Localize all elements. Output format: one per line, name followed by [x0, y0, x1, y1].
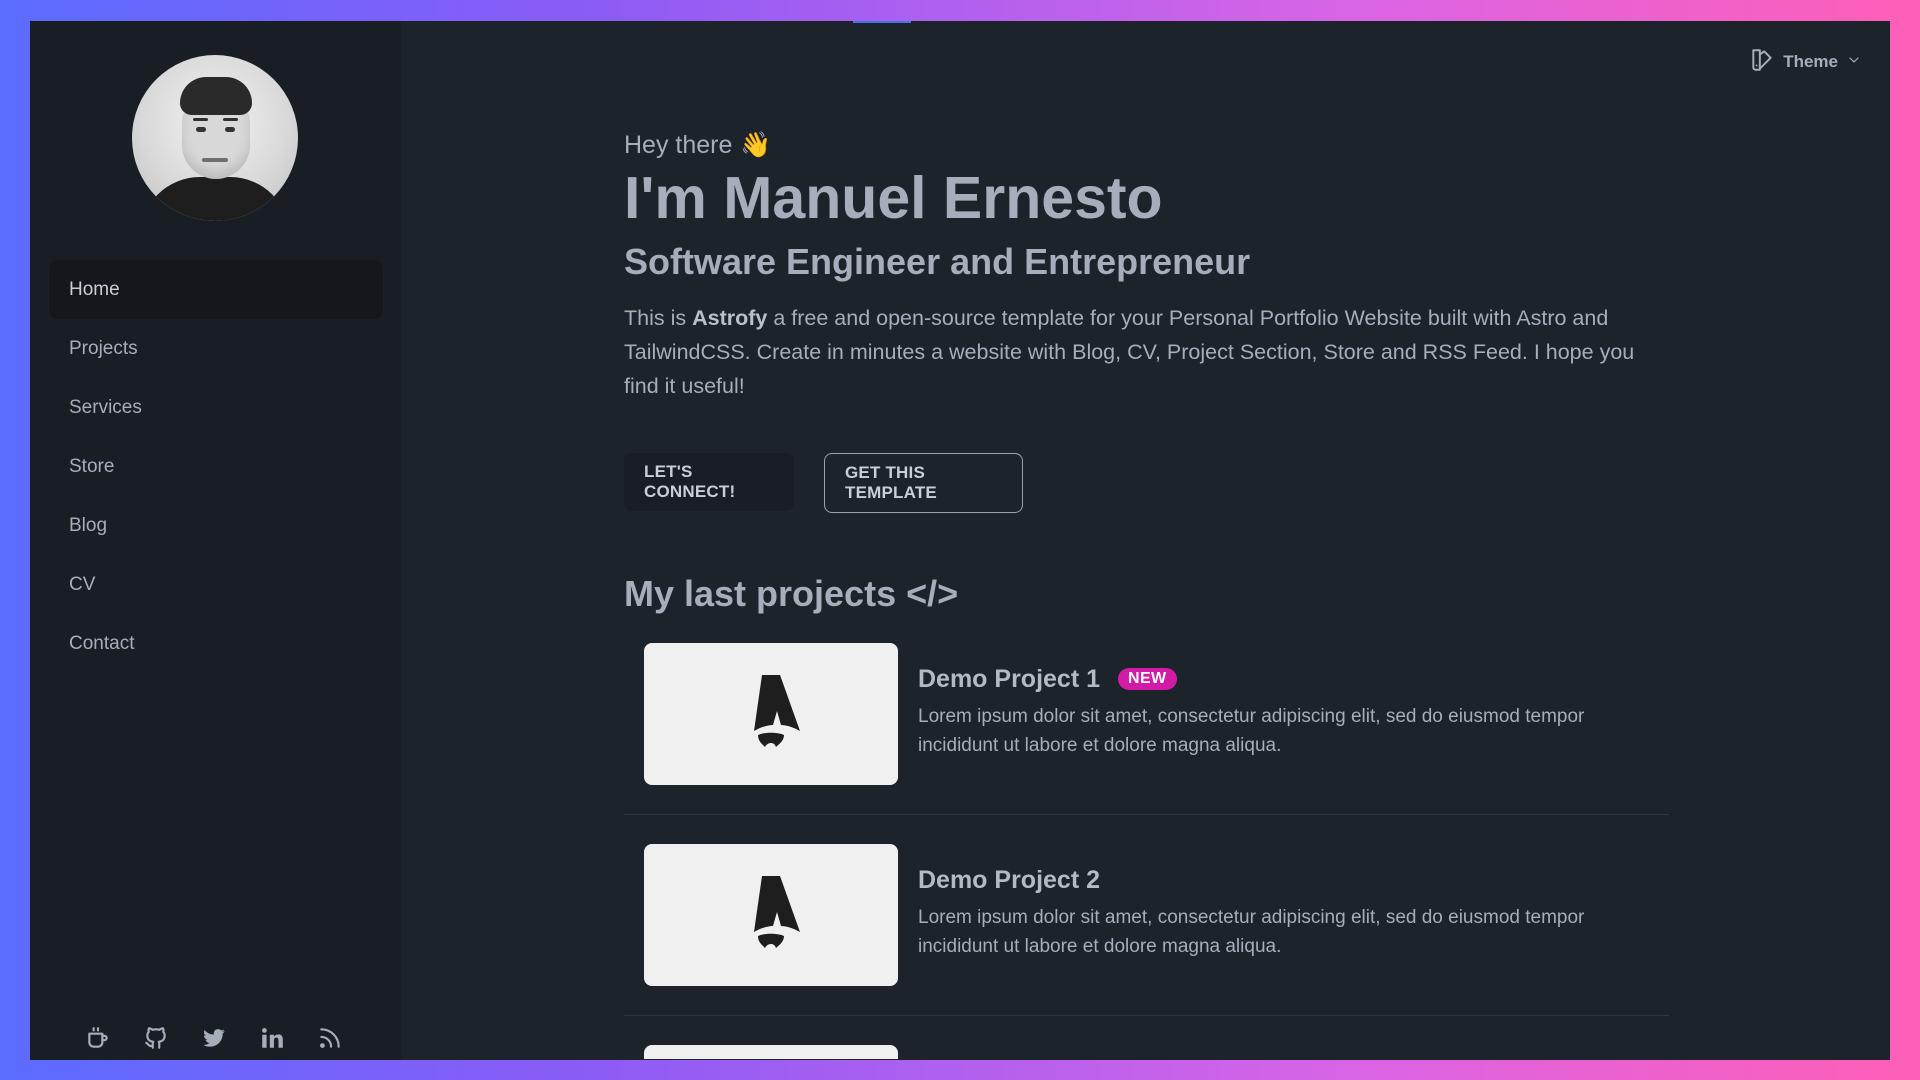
chevron-down-icon — [1846, 52, 1862, 73]
intro-paragraph: This is Astrofy a free and open-source t… — [624, 301, 1669, 403]
theme-dropdown[interactable]: Theme — [1749, 47, 1862, 77]
project-title: Demo Project 2 — [918, 865, 1101, 894]
projects-section-title: My last projects </> — [624, 572, 959, 614]
sidebar: Home Projects Services Store Blog CV Con… — [30, 21, 401, 1060]
project-title-row: Demo Project 1 NEW — [918, 665, 1618, 694]
project-description: Lorem ipsum dolor sit amet, consectetur … — [918, 705, 1585, 756]
rss-icon[interactable] — [316, 1024, 344, 1052]
project-info: Demo Project 1 NEW Lorem ipsum dolor sit… — [918, 643, 1618, 760]
intro-text-after: a free and open-source template for your… — [624, 305, 1635, 398]
hero-section: Hey there 👋 I'm Manuel Ernesto Software … — [624, 131, 1669, 1059]
theme-label: Theme — [1783, 52, 1838, 71]
intro-text-before: This is — [624, 305, 693, 330]
palette-icon — [1749, 47, 1775, 78]
project-card[interactable]: Demo Project 2 Lorem ipsum dolor sit ame… — [624, 843, 1669, 1016]
sidebar-item-services[interactable]: Services — [49, 378, 383, 437]
astro-logo-icon — [754, 875, 800, 948]
avatar — [132, 55, 298, 221]
sidebar-item-store[interactable]: Store — [49, 437, 383, 496]
project-title: Demo Project 1 — [918, 664, 1101, 693]
sidebar-item-contact[interactable]: Contact — [49, 614, 383, 673]
astro-logo-icon — [754, 674, 800, 747]
sidebar-item-home[interactable]: Home — [49, 260, 383, 319]
new-badge: NEW — [1118, 668, 1177, 691]
twitter-icon[interactable] — [200, 1024, 228, 1052]
cta-buttons: LET'S CONNECT! GET THIS TEMPLATE — [624, 452, 1669, 513]
app-window: Home Projects Services Store Blog CV Con… — [30, 21, 1890, 1060]
intro-brand: Astrofy — [692, 305, 768, 330]
connect-button[interactable]: LET'S CONNECT! — [624, 452, 794, 511]
social-links — [84, 1016, 344, 1060]
coffee-cup-icon[interactable] — [84, 1024, 112, 1052]
sidebar-item-cv[interactable]: CV — [49, 555, 383, 614]
project-title-row: Demo Project 2 — [918, 866, 1618, 895]
greeting-text: Hey there — [624, 131, 733, 159]
get-template-button[interactable]: GET THIS TEMPLATE — [824, 452, 1023, 513]
project-description: Lorem ipsum dolor sit amet, consectetur … — [918, 906, 1585, 957]
waving-hand-icon: 👋 — [740, 131, 772, 159]
project-card[interactable]: Demo Project 1 NEW Lorem ipsum dolor sit… — [624, 642, 1669, 815]
project-thumbnail — [644, 843, 898, 986]
sidebar-item-projects[interactable]: Projects — [49, 319, 383, 378]
project-thumbnail-peek — [644, 1044, 898, 1059]
page-subtitle: Software Engineer and Entrepreneur — [624, 240, 1251, 282]
project-thumbnail — [644, 642, 898, 785]
sidebar-item-blog[interactable]: Blog — [49, 496, 383, 555]
greeting: Hey there 👋 — [624, 131, 1669, 160]
sidebar-nav: Home Projects Services Store Blog CV Con… — [49, 260, 383, 673]
github-icon[interactable] — [142, 1024, 170, 1052]
page-title: I'm Manuel Ernesto — [624, 165, 1163, 231]
project-info: Demo Project 2 Lorem ipsum dolor sit ame… — [918, 844, 1618, 961]
linkedin-icon[interactable] — [258, 1024, 286, 1052]
main-content: Theme Hey there 👋 I'm Manuel Ernesto Sof… — [401, 21, 1890, 1060]
